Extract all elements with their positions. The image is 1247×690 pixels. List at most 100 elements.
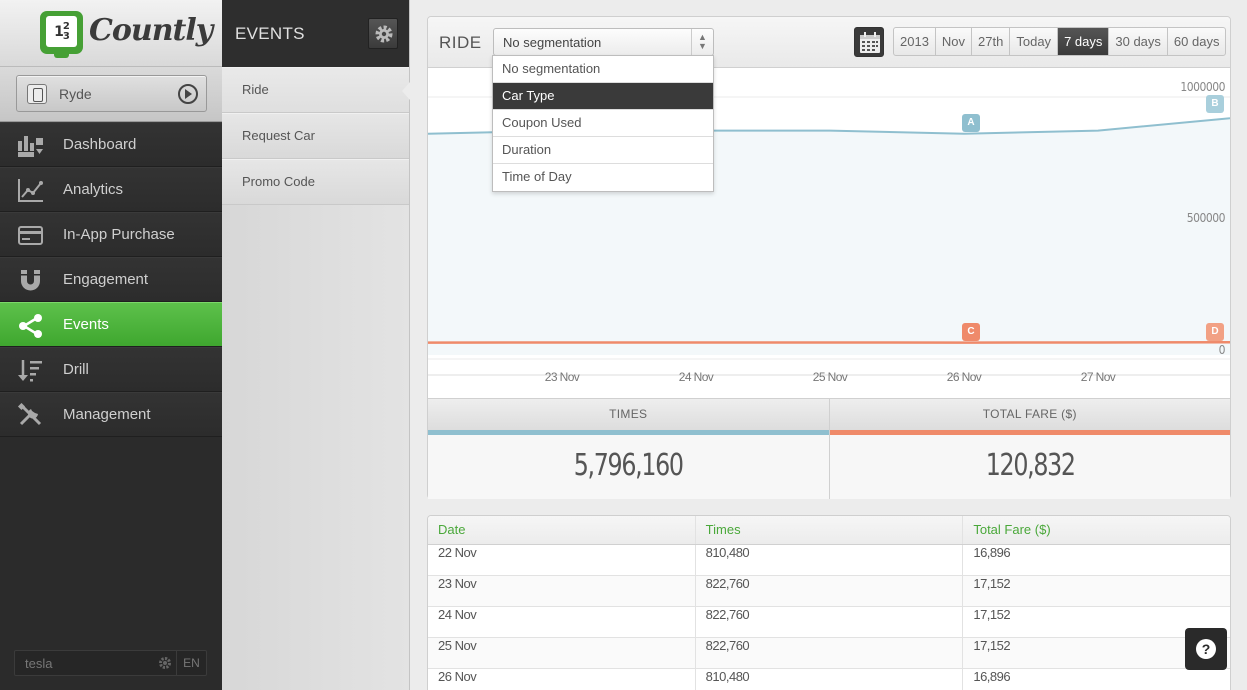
app-area: Ryde xyxy=(0,67,222,122)
nav-item-drill[interactable]: Drill xyxy=(0,347,222,392)
app-name: Ryde xyxy=(59,86,92,102)
seg-option-no-segmentation[interactable]: No segmentation xyxy=(493,56,713,83)
date-btn-nov[interactable]: Nov xyxy=(936,28,973,55)
segmentation-dropdown: No segmentation Car Type Coupon Used Dur… xyxy=(492,55,714,192)
help-button[interactable]: ? xyxy=(1185,628,1227,670)
main-sidebar: 123 Countly Ryde Dashboard Analytics In-… xyxy=(0,0,222,690)
nav-item-engagement[interactable]: Engagement xyxy=(0,257,222,302)
summary-totals: TIMES 5,796,160 TOTAL FARE ($) 120,832 xyxy=(428,398,1230,499)
updown-arrows-icon: ▲ ▼ xyxy=(691,29,713,55)
nav-item-in-app-purchase[interactable]: In-App Purchase xyxy=(0,212,222,257)
annotation-marker-a[interactable]: A xyxy=(962,114,980,132)
segmentation-value: No segmentation xyxy=(503,35,602,50)
seg-option-coupon-used[interactable]: Coupon Used xyxy=(493,110,713,137)
events-header: EVENTS xyxy=(222,0,409,67)
logo-area: 123 Countly xyxy=(0,0,222,67)
summary-label: TOTAL FARE ($) xyxy=(829,399,1230,430)
annotation-marker-d[interactable]: D xyxy=(1206,323,1224,341)
date-btn-2013[interactable]: 2013 xyxy=(894,28,936,55)
drill-sort-icon xyxy=(18,360,42,382)
seg-option-duration[interactable]: Duration xyxy=(493,137,713,164)
summary-value: 120,832 xyxy=(985,448,1075,483)
table-header-row: Date Times Total Fare ($) xyxy=(428,516,1230,545)
event-item-label: Request Car xyxy=(242,128,315,143)
magnet-icon xyxy=(21,270,40,291)
calendar-icon xyxy=(860,32,880,53)
cell-date: 24 Nov xyxy=(428,607,696,637)
event-item-promo-code[interactable]: Promo Code xyxy=(222,159,409,205)
event-item-request-car[interactable]: Request Car xyxy=(222,113,409,159)
event-item-label: Promo Code xyxy=(242,174,315,189)
credit-card-icon xyxy=(18,226,43,245)
language-selector[interactable]: EN xyxy=(176,651,206,675)
column-header-total-fare[interactable]: Total Fare ($) xyxy=(963,516,1230,544)
dashboard-icon xyxy=(18,136,43,157)
summary-label: TIMES xyxy=(428,399,829,430)
cell-times: 822,760 xyxy=(696,576,964,606)
nav-item-events[interactable]: Events xyxy=(0,302,222,347)
x-tick-label: 27 Nov xyxy=(1080,370,1116,384)
question-icon: ? xyxy=(1196,639,1216,659)
nav-label: Management xyxy=(63,406,151,423)
date-btn-27th[interactable]: 27th xyxy=(972,28,1011,55)
gear-icon xyxy=(375,25,393,43)
cell-date: 23 Nov xyxy=(428,576,696,606)
cell-date: 26 Nov xyxy=(428,669,696,690)
cell-date: 25 Nov xyxy=(428,638,696,668)
cell-times: 810,480 xyxy=(696,545,964,575)
column-header-date[interactable]: Date xyxy=(428,516,696,544)
event-item-ride[interactable]: Ride xyxy=(222,67,410,113)
summary-value: 5,796,160 xyxy=(573,448,684,483)
cell-times: 822,760 xyxy=(696,607,964,637)
nav-item-management[interactable]: Management xyxy=(0,392,222,437)
x-tick-label: 25 Nov xyxy=(812,370,848,384)
tools-icon xyxy=(17,403,42,426)
summary-times[interactable]: TIMES 5,796,160 xyxy=(428,399,829,499)
cell-times: 822,760 xyxy=(696,638,964,668)
x-tick-label: 23 Nov xyxy=(544,370,580,384)
date-btn-30-days[interactable]: 30 days xyxy=(1109,28,1168,55)
analytics-icon xyxy=(18,179,43,202)
search-input[interactable] xyxy=(15,651,165,675)
nav-item-dashboard[interactable]: Dashboard xyxy=(0,122,222,167)
events-settings-button[interactable] xyxy=(368,18,398,49)
seg-option-time-of-day[interactable]: Time of Day xyxy=(493,164,713,191)
summary-total-fare[interactable]: TOTAL FARE ($) 120,832 xyxy=(828,399,1230,499)
events-column: EVENTS Ride Request Car Promo Code xyxy=(222,0,410,690)
play-icon[interactable] xyxy=(178,84,198,104)
phone-icon xyxy=(27,84,47,104)
nav-label: Drill xyxy=(63,361,89,378)
event-data-table: Date Times Total Fare ($) 22 Nov 810,480… xyxy=(427,515,1231,690)
annotation-marker-b[interactable]: B xyxy=(1206,95,1224,113)
brand-name: Countly xyxy=(89,13,213,48)
date-btn-60-days[interactable]: 60 days xyxy=(1168,28,1226,55)
gear-icon[interactable] xyxy=(158,656,172,670)
app-selector[interactable]: Ryde xyxy=(16,75,207,112)
annotation-marker-c[interactable]: C xyxy=(962,323,980,341)
x-tick-label: 24 Nov xyxy=(678,370,714,384)
event-name: RIDE xyxy=(439,33,482,52)
app-search: EN xyxy=(14,650,207,676)
date-btn-today[interactable]: Today xyxy=(1010,28,1059,55)
share-icon xyxy=(19,314,42,338)
series-color-bar xyxy=(829,430,1230,435)
cell-total-fare: 16,896 xyxy=(973,669,1011,684)
date-range-buttons: 2013 Nov 27th Today 7 days 30 days 60 da… xyxy=(893,27,1227,56)
nav-list: Dashboard Analytics In-App Purchase Enga… xyxy=(0,122,222,437)
cell-total-fare: 16,896 xyxy=(973,545,1011,560)
calendar-button[interactable] xyxy=(854,27,884,57)
table-row: 25 Nov 822,760 17,152 xyxy=(428,638,1230,669)
countly-logo-icon[interactable]: 123 xyxy=(40,11,83,58)
date-btn-7-days[interactable]: 7 days xyxy=(1058,28,1110,55)
nav-label: Analytics xyxy=(63,181,124,198)
y-tick-label: 500000 xyxy=(1186,211,1226,225)
nav-label: In-App Purchase xyxy=(63,226,175,243)
nav-label: Events xyxy=(63,316,109,333)
seg-option-car-type[interactable]: Car Type xyxy=(493,83,713,110)
x-tick-label: 26 Nov xyxy=(946,370,982,384)
nav-item-analytics[interactable]: Analytics xyxy=(0,167,222,212)
column-header-times[interactable]: Times xyxy=(696,516,964,544)
event-item-label: Ride xyxy=(242,82,269,97)
segmentation-select[interactable]: No segmentation ▲ ▼ xyxy=(493,28,714,56)
cell-date: 22 Nov xyxy=(428,545,696,575)
